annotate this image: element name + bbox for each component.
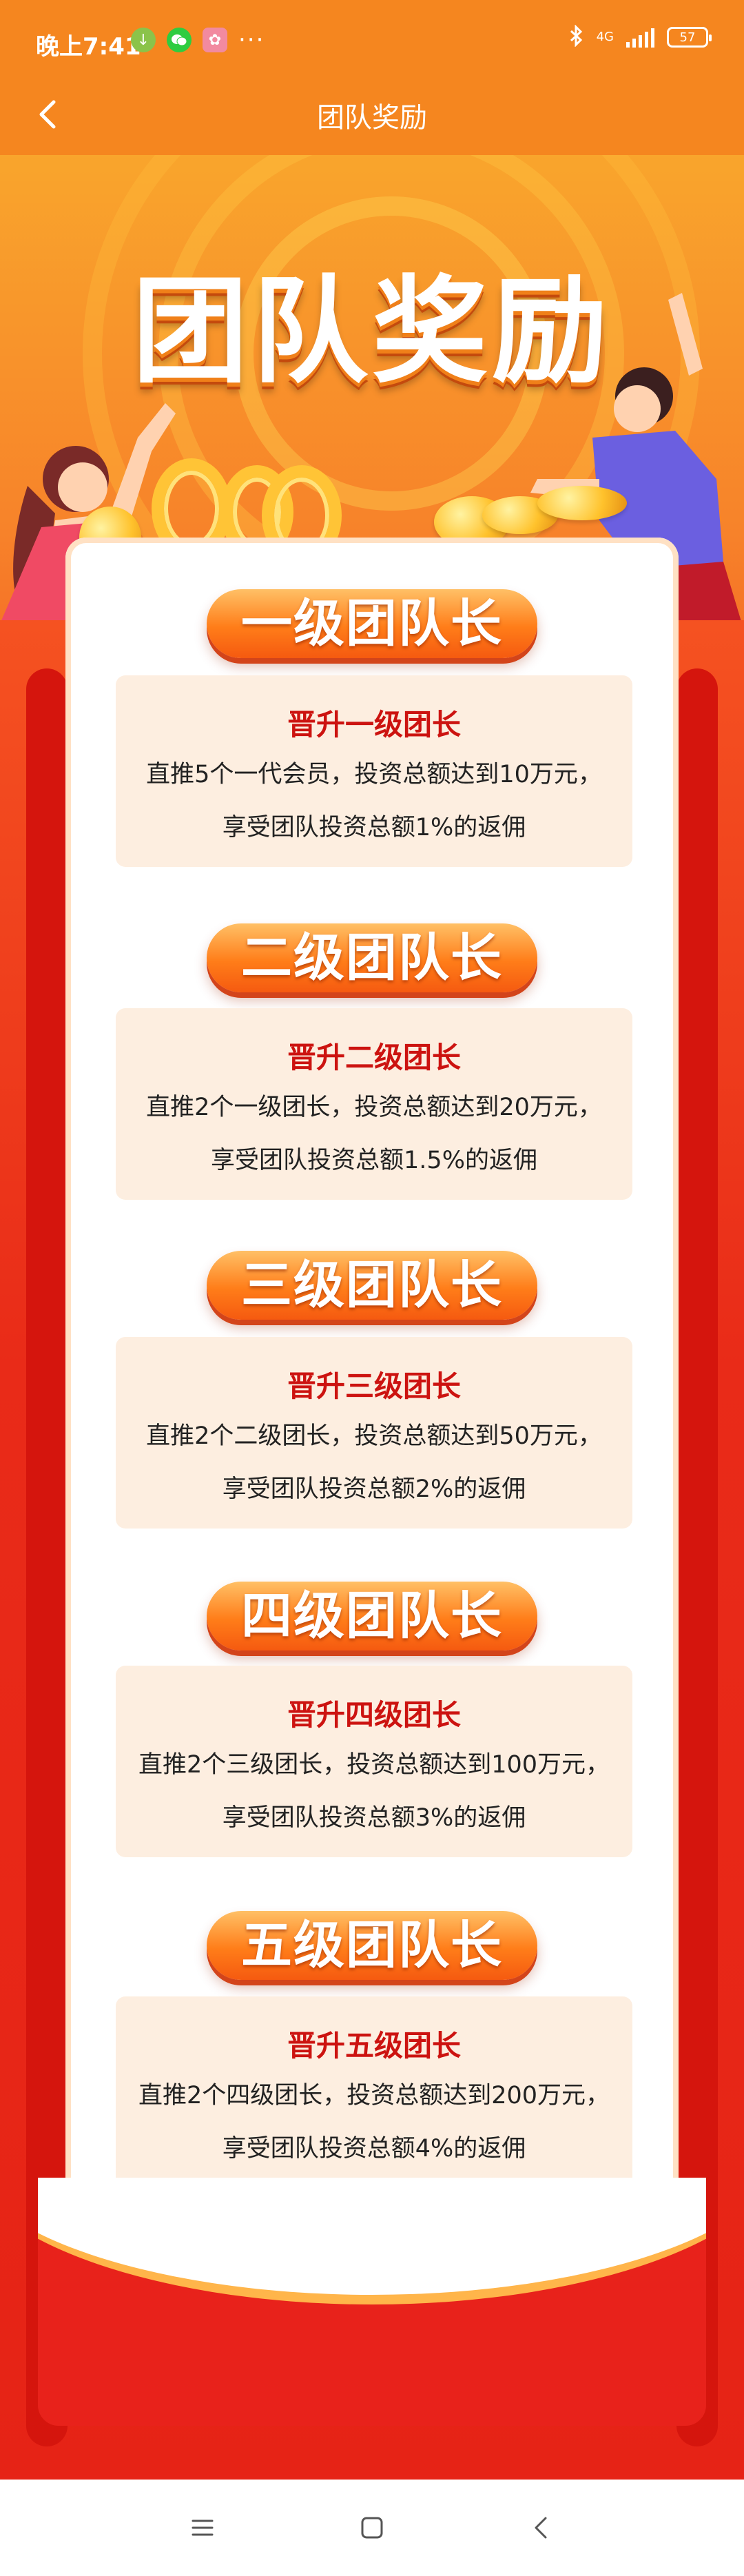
level-4-badge: 四级团队长	[207, 1582, 537, 1650]
app-icon: ✿	[203, 28, 227, 52]
level-4-reward: 享受团队投资总额3%的返佣	[222, 1804, 526, 1832]
battery-level: 57	[679, 30, 696, 45]
app-header: 团队奖励	[0, 69, 744, 159]
level-3-requirement: 直推2个二级团长，投资总额达到50万元，	[146, 1422, 602, 1450]
level-2-reward: 享受团队投资总额1.5%的返佣	[211, 1147, 537, 1174]
system-nav-bar	[0, 2480, 744, 2576]
download-icon: ↓	[131, 28, 156, 52]
home-icon	[361, 2517, 383, 2539]
level-1-requirement: 直推5个一代会员，投资总额达到10万元，	[146, 761, 602, 788]
wechat-icon	[167, 28, 192, 52]
level-4-title: 晋升四级团长	[287, 1698, 461, 1732]
level-3-info: 晋升三级团长 直推2个二级团长，投资总额达到50万元， 享受团队投资总额2%的返…	[116, 1337, 632, 1529]
level-2-info: 晋升二级团长 直推2个一级团长，投资总额达到20万元， 享受团队投资总额1.5%…	[116, 1008, 632, 1200]
menu-icon	[192, 2519, 214, 2536]
battery-icon: 57	[667, 27, 712, 48]
level-4-info: 晋升四级团长 直推2个三级团长，投资总额达到100万元， 享受团队投资总额3%的…	[116, 1666, 632, 1857]
level-1-title: 晋升一级团长	[287, 708, 461, 742]
level-2-title: 晋升二级团长	[287, 1041, 461, 1074]
bluetooth-icon	[569, 24, 584, 50]
level-5-requirement: 直推2个四级团长，投资总额达到200万元，	[138, 2082, 610, 2109]
back-icon	[535, 2517, 547, 2539]
page-title: 团队奖励	[317, 102, 427, 134]
more-notifications-icon: ···	[238, 26, 265, 54]
status-time: 晚上7:41	[36, 33, 141, 61]
level-5-info: 晋升五级团长 直推2个四级团长，投资总额达到200万元， 享受团队投资总额4%的…	[116, 1996, 632, 2188]
level-3-title: 晋升三级团长	[287, 1369, 461, 1403]
network-type: 4G	[596, 30, 614, 44]
level-3-reward: 享受团队投资总额2%的返佣	[222, 1475, 526, 1503]
status-notification-icons: ↓ ✿ ···	[131, 26, 265, 54]
envelope-flap	[38, 2178, 706, 2304]
level-4-requirement: 直推2个三级团长，投资总额达到100万元，	[138, 1751, 610, 1779]
level-2-requirement: 直推2个一级团长，投资总额达到20万元，	[146, 1094, 602, 1121]
coin-stack-icon	[537, 486, 627, 520]
level-1-badge: 一级团队长	[207, 589, 537, 658]
level-3-badge: 三级团队长	[207, 1251, 537, 1320]
envelope-decoration	[38, 2178, 706, 2426]
nav-home-button[interactable]	[351, 2507, 393, 2548]
rewards-card: 一级团队长 晋升一级团长 直推5个一代会员，投资总额达到10万元， 享受团队投资…	[65, 538, 679, 2288]
level-1-info: 晋升一级团长 直推5个一代会员，投资总额达到10万元， 享受团队投资总额1%的返…	[116, 675, 632, 867]
level-2-badge: 二级团队长	[207, 923, 537, 992]
level-5-badge: 五级团队长	[207, 1911, 537, 1980]
status-system-icons: 4G 57	[569, 24, 712, 50]
nav-back-button[interactable]	[521, 2507, 562, 2548]
level-1-reward: 享受团队投资总额1%的返佣	[222, 814, 526, 841]
signal-icon	[626, 27, 654, 48]
level-5-reward: 享受团队投资总额4%的返佣	[222, 2135, 526, 2163]
level-5-title: 晋升五级团长	[287, 2029, 461, 2063]
nav-menu-button[interactable]	[182, 2507, 223, 2548]
